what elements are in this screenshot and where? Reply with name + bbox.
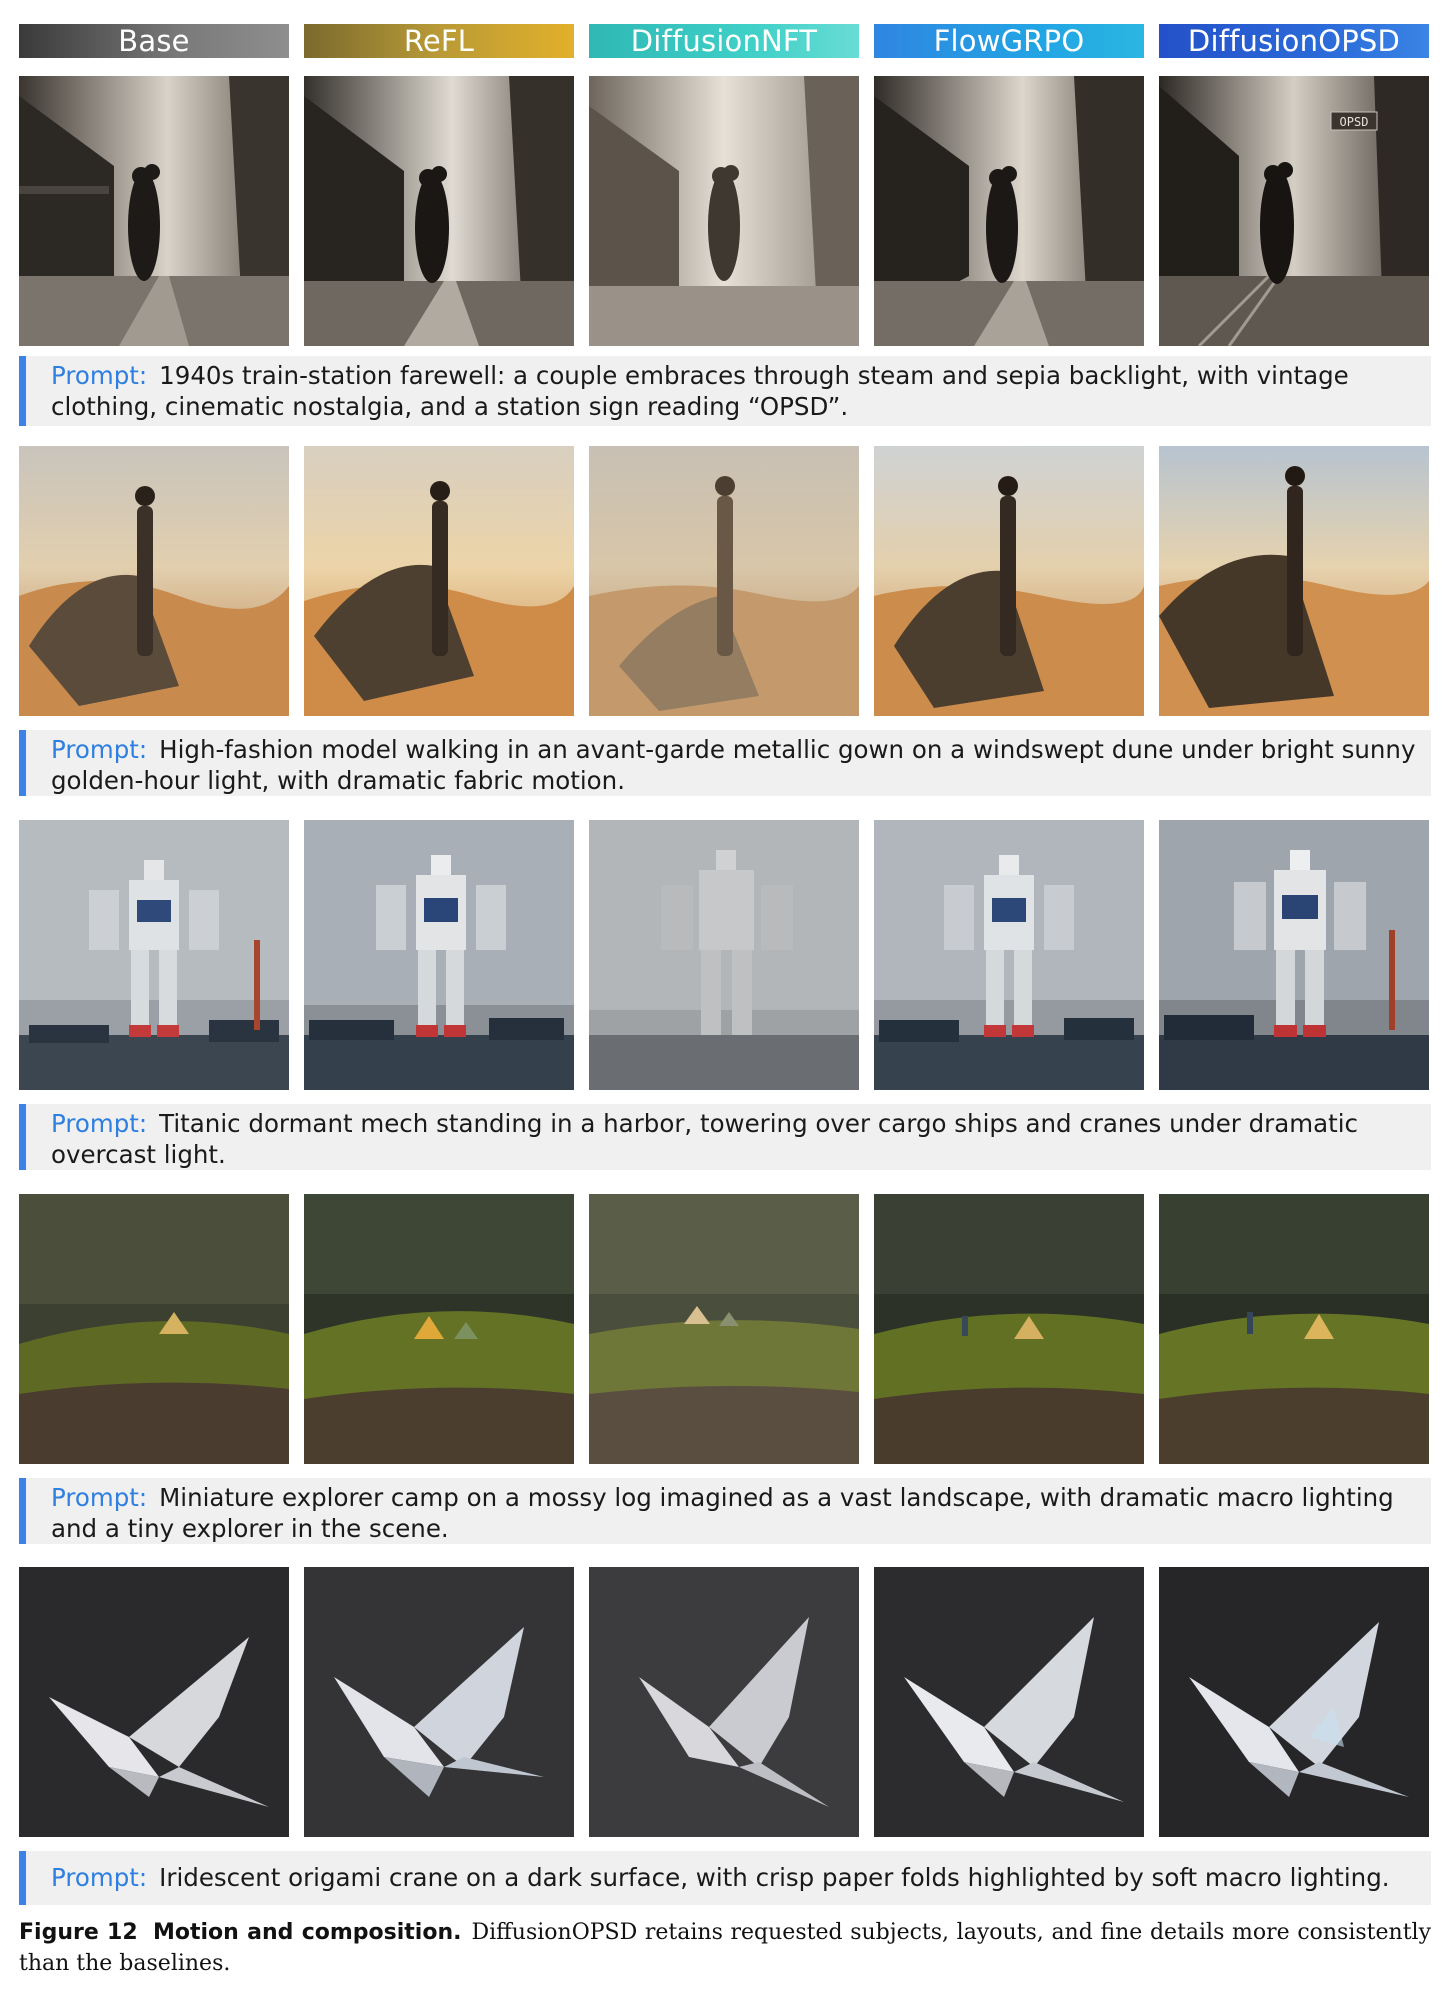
prompt-box-desert-fashion: Prompt: High-fashion model walking in an … [19, 730, 1431, 796]
image-diffusionopsd-train-station: OPSD [1159, 76, 1429, 346]
image-flowgrpo-desert-fashion [874, 446, 1144, 716]
header-refl: ReFL [304, 24, 574, 58]
figure-caption: Figure 12 Motion and composition. Diffusi… [19, 1917, 1431, 1979]
image-diffusionnft-desert-fashion [589, 446, 859, 716]
image-refl-desert-fashion [304, 446, 574, 716]
image-diffusionopsd-harbor-mech [1159, 820, 1429, 1090]
image-refl-train-station [304, 76, 574, 346]
image-refl-moss-camp [304, 1194, 574, 1464]
image-flowgrpo-train-station [874, 76, 1144, 346]
image-refl-harbor-mech [304, 820, 574, 1090]
image-diffusionopsd-origami-crane [1159, 1567, 1429, 1837]
prompt-label: Prompt: [51, 1109, 148, 1138]
image-base-train-station [19, 76, 289, 346]
row-desert-fashion: Prompt: High-fashion model walking in an … [19, 446, 1431, 796]
image-flowgrpo-moss-camp [874, 1194, 1144, 1464]
prompt-label: Prompt: [51, 361, 148, 390]
prompt-text: 1940s train-station farewell: a couple e… [51, 361, 1349, 421]
row-origami-crane: Prompt: Iridescent origami crane on a dar… [19, 1567, 1431, 1905]
prompt-text: Iridescent origami crane on a dark surfa… [159, 1863, 1390, 1892]
image-flowgrpo-harbor-mech [874, 820, 1144, 1090]
prompt-text: Miniature explorer camp on a mossy log i… [51, 1483, 1394, 1543]
image-diffusionnft-moss-camp [589, 1194, 859, 1464]
prompt-box-origami-crane: Prompt: Iridescent origami crane on a dar… [19, 1851, 1431, 1905]
prompt-text: Titanic dormant mech standing in a harbo… [51, 1109, 1359, 1169]
image-base-moss-camp [19, 1194, 289, 1464]
figure-title: Motion and composition. [152, 1920, 462, 1945]
row-harbor-mech: Prompt: Titanic dormant mech standing in … [19, 820, 1431, 1170]
image-diffusionopsd-desert-fashion [1159, 446, 1429, 716]
image-base-desert-fashion [19, 446, 289, 716]
method-header-row: Base ReFL DiffusionNFT FlowGRPO Diffusio… [19, 24, 1431, 58]
row-train-station: OPSD Prompt: 1940s train-station farewell… [19, 76, 1431, 434]
figure-label: Figure 12 [19, 1920, 138, 1945]
header-flowgrpo: FlowGRPO [874, 24, 1144, 58]
prompt-text: High-fashion model walking in an avant-g… [51, 735, 1416, 795]
image-diffusionopsd-moss-camp [1159, 1194, 1429, 1464]
header-diffusionopsd: DiffusionOPSD [1159, 24, 1429, 58]
image-diffusionnft-origami-crane [589, 1567, 859, 1837]
prompt-box-harbor-mech: Prompt: Titanic dormant mech standing in … [19, 1104, 1431, 1170]
header-diffusionnft: DiffusionNFT [589, 24, 859, 58]
prompt-box-moss-camp: Prompt: Miniature explorer camp on a moss… [19, 1478, 1431, 1544]
prompt-label: Prompt: [51, 1863, 148, 1892]
prompt-box-train-station: Prompt: 1940s train-station farewell: a c… [19, 356, 1431, 426]
prompt-label: Prompt: [51, 735, 148, 764]
image-base-origami-crane [19, 1567, 289, 1837]
header-base: Base [19, 24, 289, 58]
image-refl-origami-crane [304, 1567, 574, 1837]
image-base-harbor-mech [19, 820, 289, 1090]
image-flowgrpo-origami-crane [874, 1567, 1144, 1837]
row-moss-camp: Prompt: Miniature explorer camp on a moss… [19, 1194, 1431, 1544]
image-diffusionnft-harbor-mech [589, 820, 859, 1090]
prompt-label: Prompt: [51, 1483, 148, 1512]
station-sign-text: OPSD [1340, 115, 1369, 129]
image-diffusionnft-train-station [589, 76, 859, 346]
